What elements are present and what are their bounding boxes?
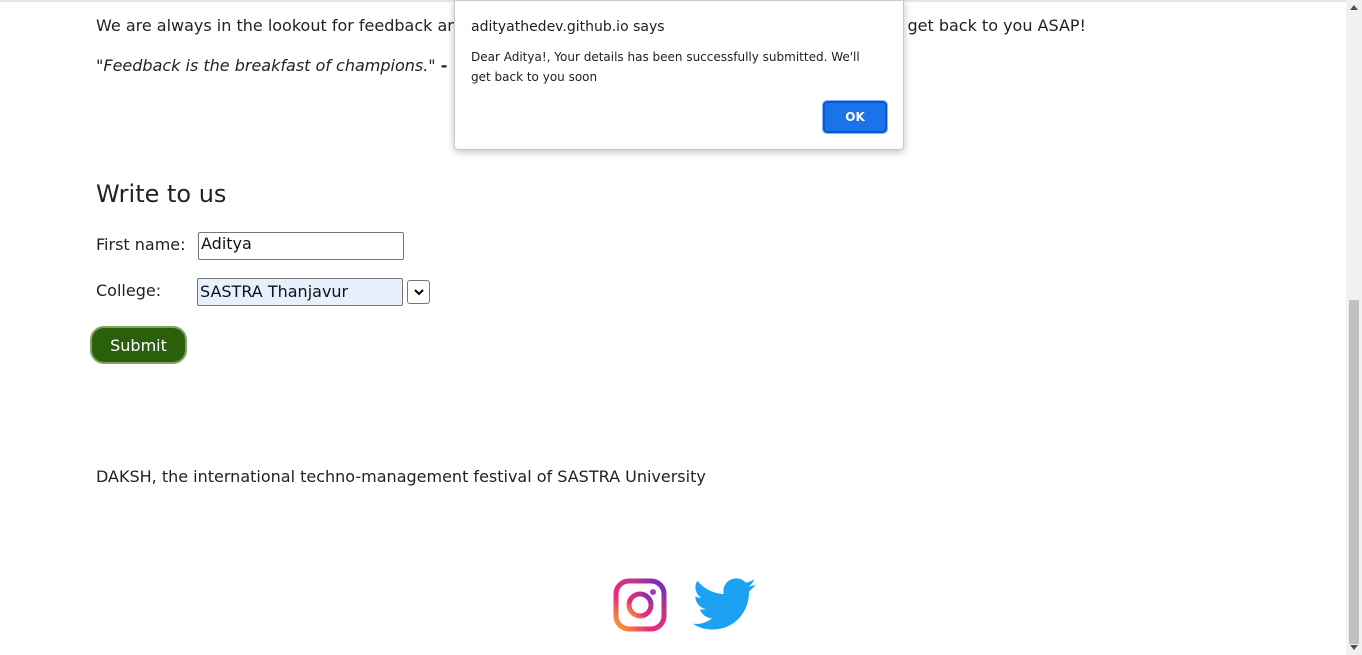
intro-text-left: We are always in the lookout for feedbac… bbox=[96, 16, 458, 35]
page: We are always in the lookout for feedbac… bbox=[0, 0, 1362, 655]
twitter-link[interactable] bbox=[692, 578, 757, 636]
instagram-link[interactable] bbox=[613, 578, 667, 636]
quote-text: "Feedback is the breakfast of champions.… bbox=[96, 56, 436, 75]
feedback-quote: "Feedback is the breakfast of champions.… bbox=[96, 56, 465, 75]
submit-button[interactable]: Submit bbox=[90, 326, 187, 364]
instagram-icon bbox=[613, 578, 667, 632]
first-name-input[interactable]: Aditya bbox=[198, 232, 404, 260]
scrollbar-thumb[interactable] bbox=[1349, 300, 1359, 644]
scroll-down-icon[interactable] bbox=[1350, 645, 1358, 650]
college-dropdown-button[interactable] bbox=[407, 280, 430, 304]
dialog-origin: adityathedev.github.io says bbox=[471, 19, 665, 35]
first-name-label: First name: bbox=[96, 235, 186, 254]
college-input[interactable]: SASTRA Thanjavur bbox=[197, 278, 403, 306]
college-label: College: bbox=[96, 281, 162, 300]
dialog-message: Dear Aditya!, Your details has been succ… bbox=[471, 50, 860, 84]
section-title: Write to us bbox=[96, 180, 227, 208]
chevron-down-icon bbox=[413, 288, 424, 295]
intro-text-right: get back to you ASAP! bbox=[907, 16, 1086, 35]
twitter-icon bbox=[692, 578, 756, 630]
ok-button[interactable]: OK bbox=[822, 100, 888, 134]
alert-dialog: adityathedev.github.io says Dear Aditya!… bbox=[454, 0, 904, 150]
footer-text: DAKSH, the international techno-manageme… bbox=[96, 467, 706, 486]
scroll-up-icon[interactable] bbox=[1350, 5, 1358, 10]
scrollbar[interactable] bbox=[1346, 0, 1362, 655]
